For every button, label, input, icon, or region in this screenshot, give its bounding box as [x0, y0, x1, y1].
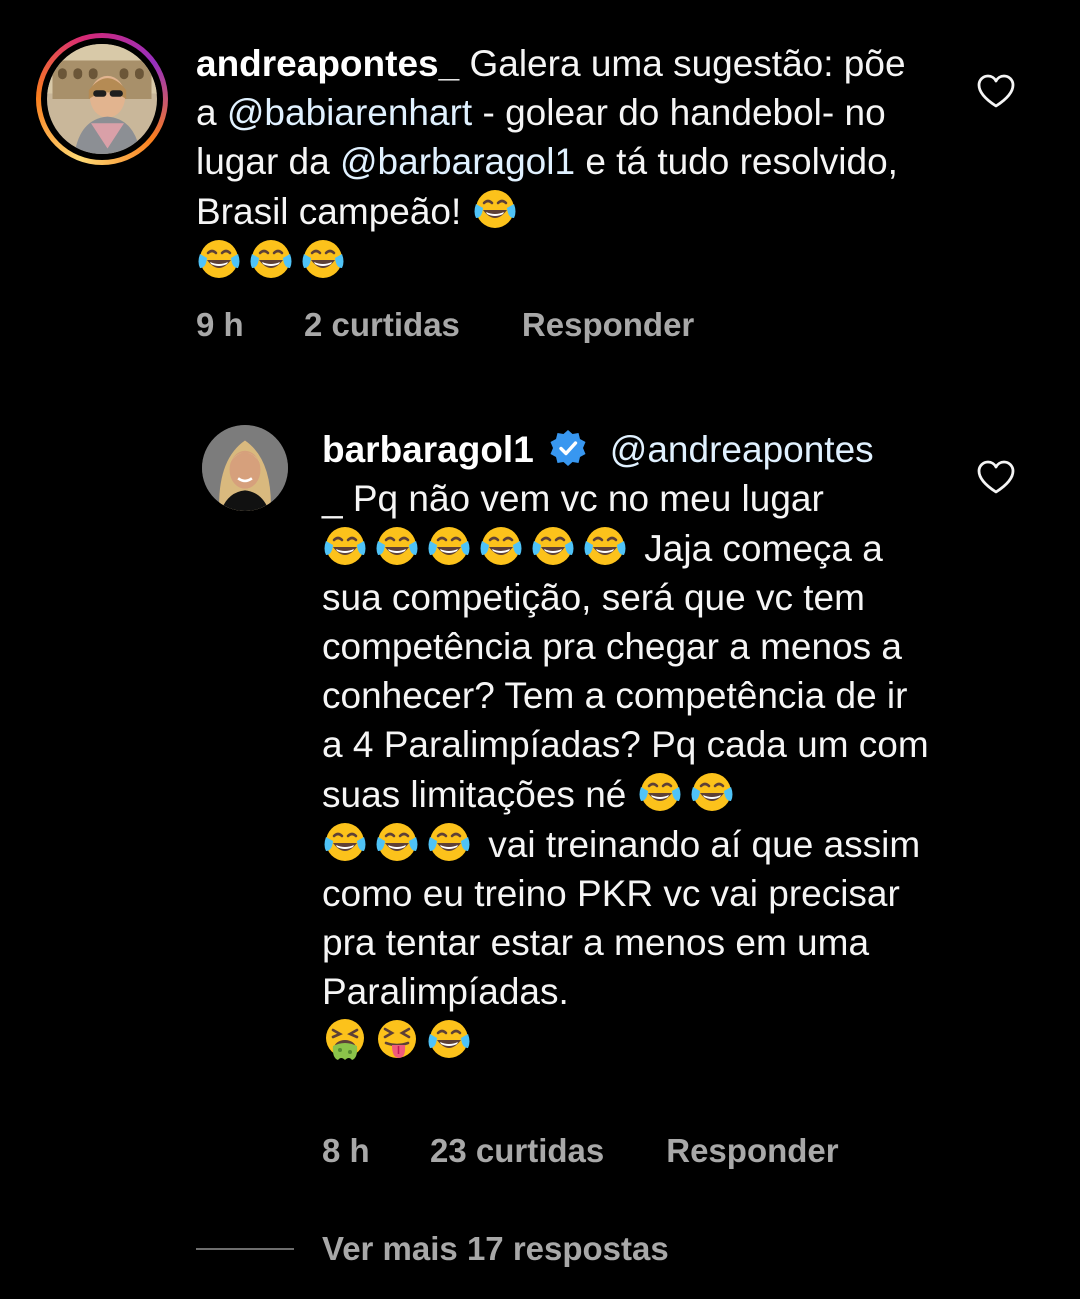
view-more-replies[interactable]: Ver mais 17 respostas: [196, 1230, 669, 1268]
laughing-emoji-icon: [426, 819, 472, 865]
avatar[interactable]: [202, 425, 288, 511]
laughing-emoji-icon: [637, 769, 683, 815]
comment-text: Jaja começa a sua competição, será que v…: [322, 528, 929, 815]
comment-meta: 9 h 2 curtidas Responder: [196, 306, 694, 344]
comment-username[interactable]: andreapontes_: [196, 43, 459, 84]
comment-text: _ Pq não vem vc no meu lugar: [322, 478, 824, 519]
comment-meta: 8 h 23 curtidas Responder: [322, 1132, 839, 1170]
verified-badge-icon: [548, 428, 588, 468]
mention-link[interactable]: @babiarenhart: [227, 92, 472, 133]
laughing-emoji-icon: [374, 523, 420, 569]
avatar: [47, 44, 157, 154]
laughing-emoji-icon: [689, 769, 735, 815]
like-heart-icon[interactable]: [976, 72, 1016, 112]
laughing-emoji-icon: [322, 819, 368, 865]
comment-time: 9 h: [196, 306, 244, 343]
laughing-emoji-icon: [196, 236, 242, 282]
comment-likes[interactable]: 2 curtidas: [304, 306, 460, 344]
laughing-emoji-icon: [374, 819, 420, 865]
comment-body: andreapontes_ Galera uma sugestão: põe a…: [196, 39, 936, 286]
comment-time: 8 h: [322, 1132, 370, 1169]
laughing-emoji-icon: [300, 236, 346, 282]
laughing-emoji-icon: [248, 236, 294, 282]
laughing-emoji-icon: [472, 186, 518, 232]
laughing-emoji-icon: [478, 523, 524, 569]
avatar-story-ring[interactable]: [36, 33, 168, 165]
tongue-out-emoji-icon: [374, 1016, 420, 1062]
reply-button[interactable]: Responder: [666, 1132, 838, 1170]
laughing-emoji-icon: [582, 523, 628, 569]
laughing-emoji-icon: [530, 523, 576, 569]
mention-link[interactable]: @barbaragol1: [340, 141, 575, 182]
vomiting-emoji-icon: [322, 1016, 368, 1062]
like-heart-icon[interactable]: [976, 458, 1016, 498]
comment-username[interactable]: barbaragol1: [322, 429, 534, 470]
comment-likes[interactable]: 23 curtidas: [430, 1132, 604, 1170]
laughing-emoji-icon: [322, 523, 368, 569]
reply-button[interactable]: Responder: [522, 306, 694, 344]
laughing-emoji-icon: [426, 523, 472, 569]
comment-body: barbaragol1 @andreapontes _ Pq não vem vc …: [322, 425, 932, 1066]
laughing-emoji-icon: [426, 1016, 472, 1062]
view-more-label[interactable]: Ver mais 17 respostas: [322, 1230, 669, 1268]
divider-line: [196, 1248, 294, 1250]
mention-link[interactable]: @andreapontes: [610, 429, 874, 470]
